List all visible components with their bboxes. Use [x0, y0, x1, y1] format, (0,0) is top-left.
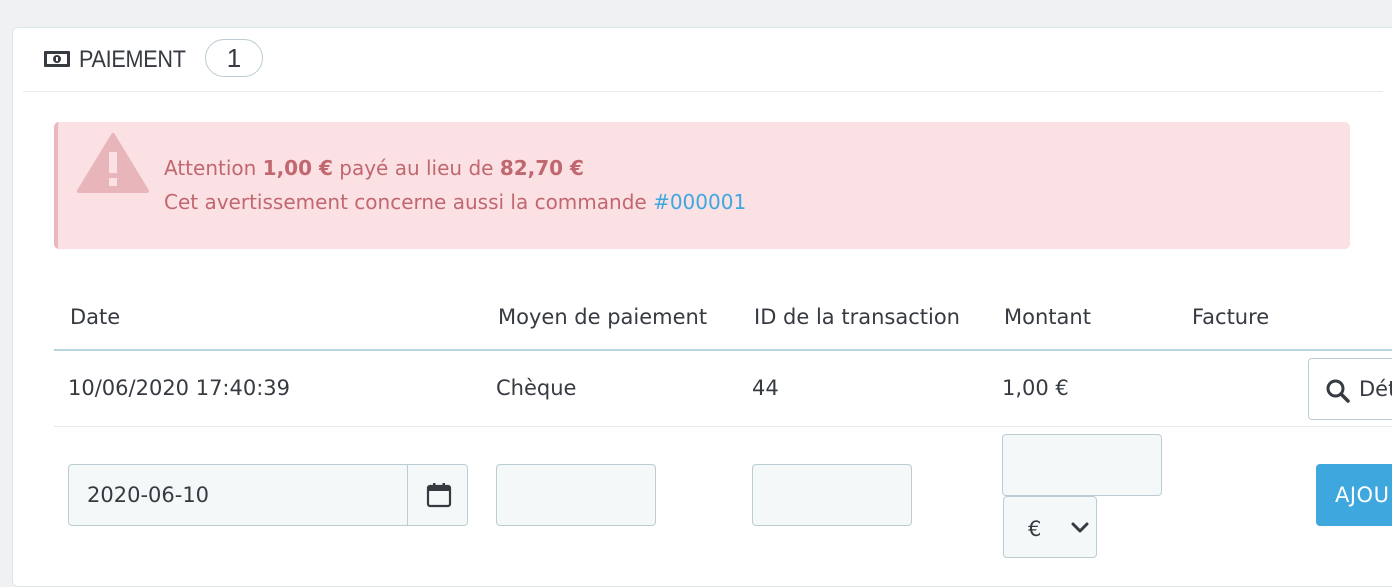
alert-prefix: Attention [164, 156, 257, 180]
payment-count-badge: 1 [205, 39, 263, 77]
payment-date-input[interactable] [69, 465, 407, 525]
payment-date-group [68, 464, 468, 526]
amount-input[interactable] [1002, 434, 1162, 496]
column-header-invoice: Facture [1192, 305, 1270, 329]
column-header-date: Date [70, 305, 121, 329]
alert-order-message: Cet avertissement concerne aussi la comm… [164, 190, 746, 214]
table-row-divider [54, 426, 1392, 427]
add-payment-button[interactable]: AJOU [1316, 464, 1392, 526]
calendar-icon [426, 483, 452, 508]
chevron-down-icon [1071, 522, 1089, 533]
search-icon [1326, 379, 1350, 403]
alert-order-text: Cet avertissement concerne aussi la comm… [164, 190, 647, 214]
column-header-amount: Montant [1004, 305, 1091, 329]
row-transaction-id: 44 [752, 376, 779, 400]
row-date: 10/06/2020 17:40:39 [68, 376, 291, 400]
money-icon [44, 51, 70, 67]
panel-title: PAIEMENT [79, 46, 186, 73]
alert-amount-message: Attention 1,00 € payé au lieu de 82,70 € [164, 156, 584, 180]
order-link[interactable]: #000001 [653, 190, 746, 214]
column-header-method: Moyen de paiement [498, 305, 708, 329]
currency-select[interactable]: € [1003, 496, 1097, 558]
row-amount: 1,00 € [1002, 376, 1069, 400]
details-button-label: Dét [1359, 377, 1392, 401]
warning-icon [77, 133, 149, 193]
calendar-button[interactable] [407, 465, 467, 525]
payment-method-input[interactable] [496, 464, 656, 526]
currency-selected-value: € [1028, 517, 1042, 541]
panel-heading: PAIEMENT 1 [23, 28, 1383, 92]
transaction-id-input[interactable] [752, 464, 912, 526]
details-button[interactable]: Dét [1308, 358, 1392, 420]
add-button-label: AJOU [1335, 483, 1390, 507]
column-header-transaction: ID de la transaction [754, 305, 960, 329]
table-header-divider [54, 349, 1392, 351]
payment-warning-alert: Attention 1,00 € payé au lieu de 82,70 €… [54, 122, 1350, 249]
alert-expected-amount: 82,70 € [499, 156, 584, 180]
row-method: Chèque [496, 376, 577, 400]
alert-paid-amount: 1,00 € [262, 156, 333, 180]
alert-middle-text: payé au lieu de [339, 156, 494, 180]
